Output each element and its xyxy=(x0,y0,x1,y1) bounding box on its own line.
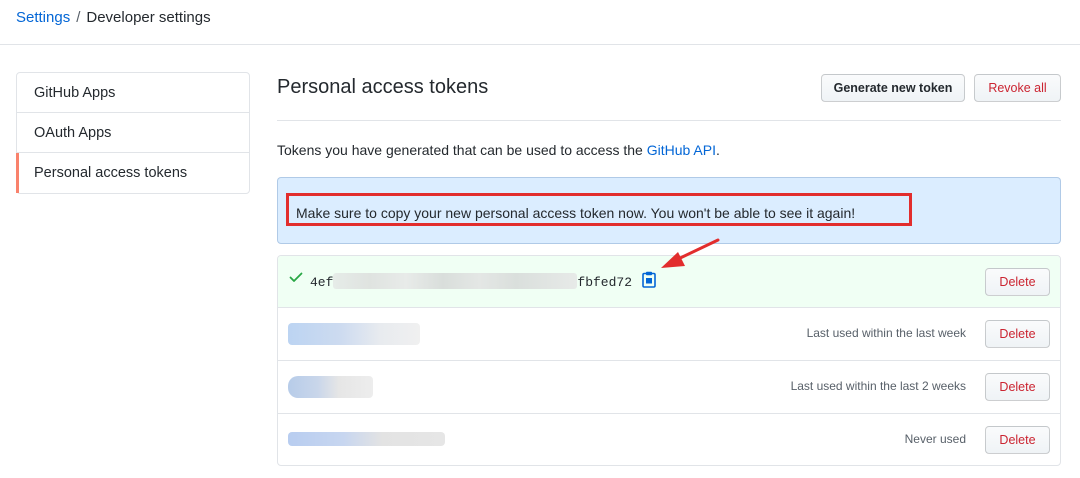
sidebar: GitHub Apps OAuth Apps Personal access t… xyxy=(16,72,250,194)
token-row: Last used within the last 2 weeks Delete xyxy=(278,361,1060,414)
top-bar: Settings / Developer settings xyxy=(0,0,1080,45)
last-used-text: Never used xyxy=(904,432,966,446)
revoke-all-button[interactable]: Revoke all xyxy=(974,74,1061,102)
breadcrumb-current: Developer settings xyxy=(86,9,211,26)
token-list: 4ef fbfed72 Delete Last used within the l… xyxy=(277,255,1061,466)
sidebar-item-label: OAuth Apps xyxy=(34,125,112,141)
sidebar-item-label: GitHub Apps xyxy=(34,85,116,101)
description-text: Tokens you have generated that can be us… xyxy=(277,142,647,158)
sidebar-item-label: Personal access tokens xyxy=(34,165,188,181)
page-header: Personal access tokens Generate new toke… xyxy=(277,72,1061,121)
description-end: . xyxy=(715,142,720,158)
flash-notice: Make sure to copy your new personal acce… xyxy=(277,177,1061,244)
breadcrumb-settings-link[interactable]: Settings xyxy=(16,9,70,26)
clipboard-icon[interactable] xyxy=(642,271,656,288)
last-used-text: Last used within the last 2 weeks xyxy=(790,379,966,393)
token-row: Never used Delete xyxy=(278,414,1060,465)
page-title: Personal access tokens xyxy=(277,76,489,98)
token-row: Last used within the last week Delete xyxy=(278,308,1060,361)
token-name-redacted xyxy=(288,376,373,398)
token-value-end: fbfed72 xyxy=(577,275,633,290)
sidebar-item-github-apps[interactable]: GitHub Apps xyxy=(17,73,249,113)
token-value-start: 4ef xyxy=(310,275,334,290)
token-row-new: 4ef fbfed72 Delete xyxy=(278,256,1060,308)
last-used-text: Last used within the last week xyxy=(806,326,966,340)
delete-button[interactable]: Delete xyxy=(985,426,1050,454)
flash-message: Make sure to copy your new personal acce… xyxy=(296,205,856,221)
github-api-link[interactable]: GitHub API xyxy=(647,142,716,158)
main-content: Personal access tokens Generate new toke… xyxy=(277,72,1061,466)
sidebar-item-personal-access-tokens[interactable]: Personal access tokens xyxy=(16,153,249,193)
description: Tokens you have generated that can be us… xyxy=(277,142,720,158)
token-value: 4ef fbfed72 xyxy=(310,273,632,290)
delete-button[interactable]: Delete xyxy=(985,268,1050,296)
delete-button[interactable]: Delete xyxy=(985,320,1050,348)
breadcrumb: Settings / Developer settings xyxy=(16,9,211,26)
token-name-redacted xyxy=(288,432,445,446)
breadcrumb-separator: / xyxy=(76,9,81,26)
check-icon xyxy=(289,272,303,282)
sidebar-item-oauth-apps[interactable]: OAuth Apps xyxy=(17,113,249,153)
token-name-redacted xyxy=(288,323,420,345)
token-value-redacted xyxy=(333,273,578,289)
delete-button[interactable]: Delete xyxy=(985,373,1050,401)
generate-new-token-button[interactable]: Generate new token xyxy=(821,74,965,102)
